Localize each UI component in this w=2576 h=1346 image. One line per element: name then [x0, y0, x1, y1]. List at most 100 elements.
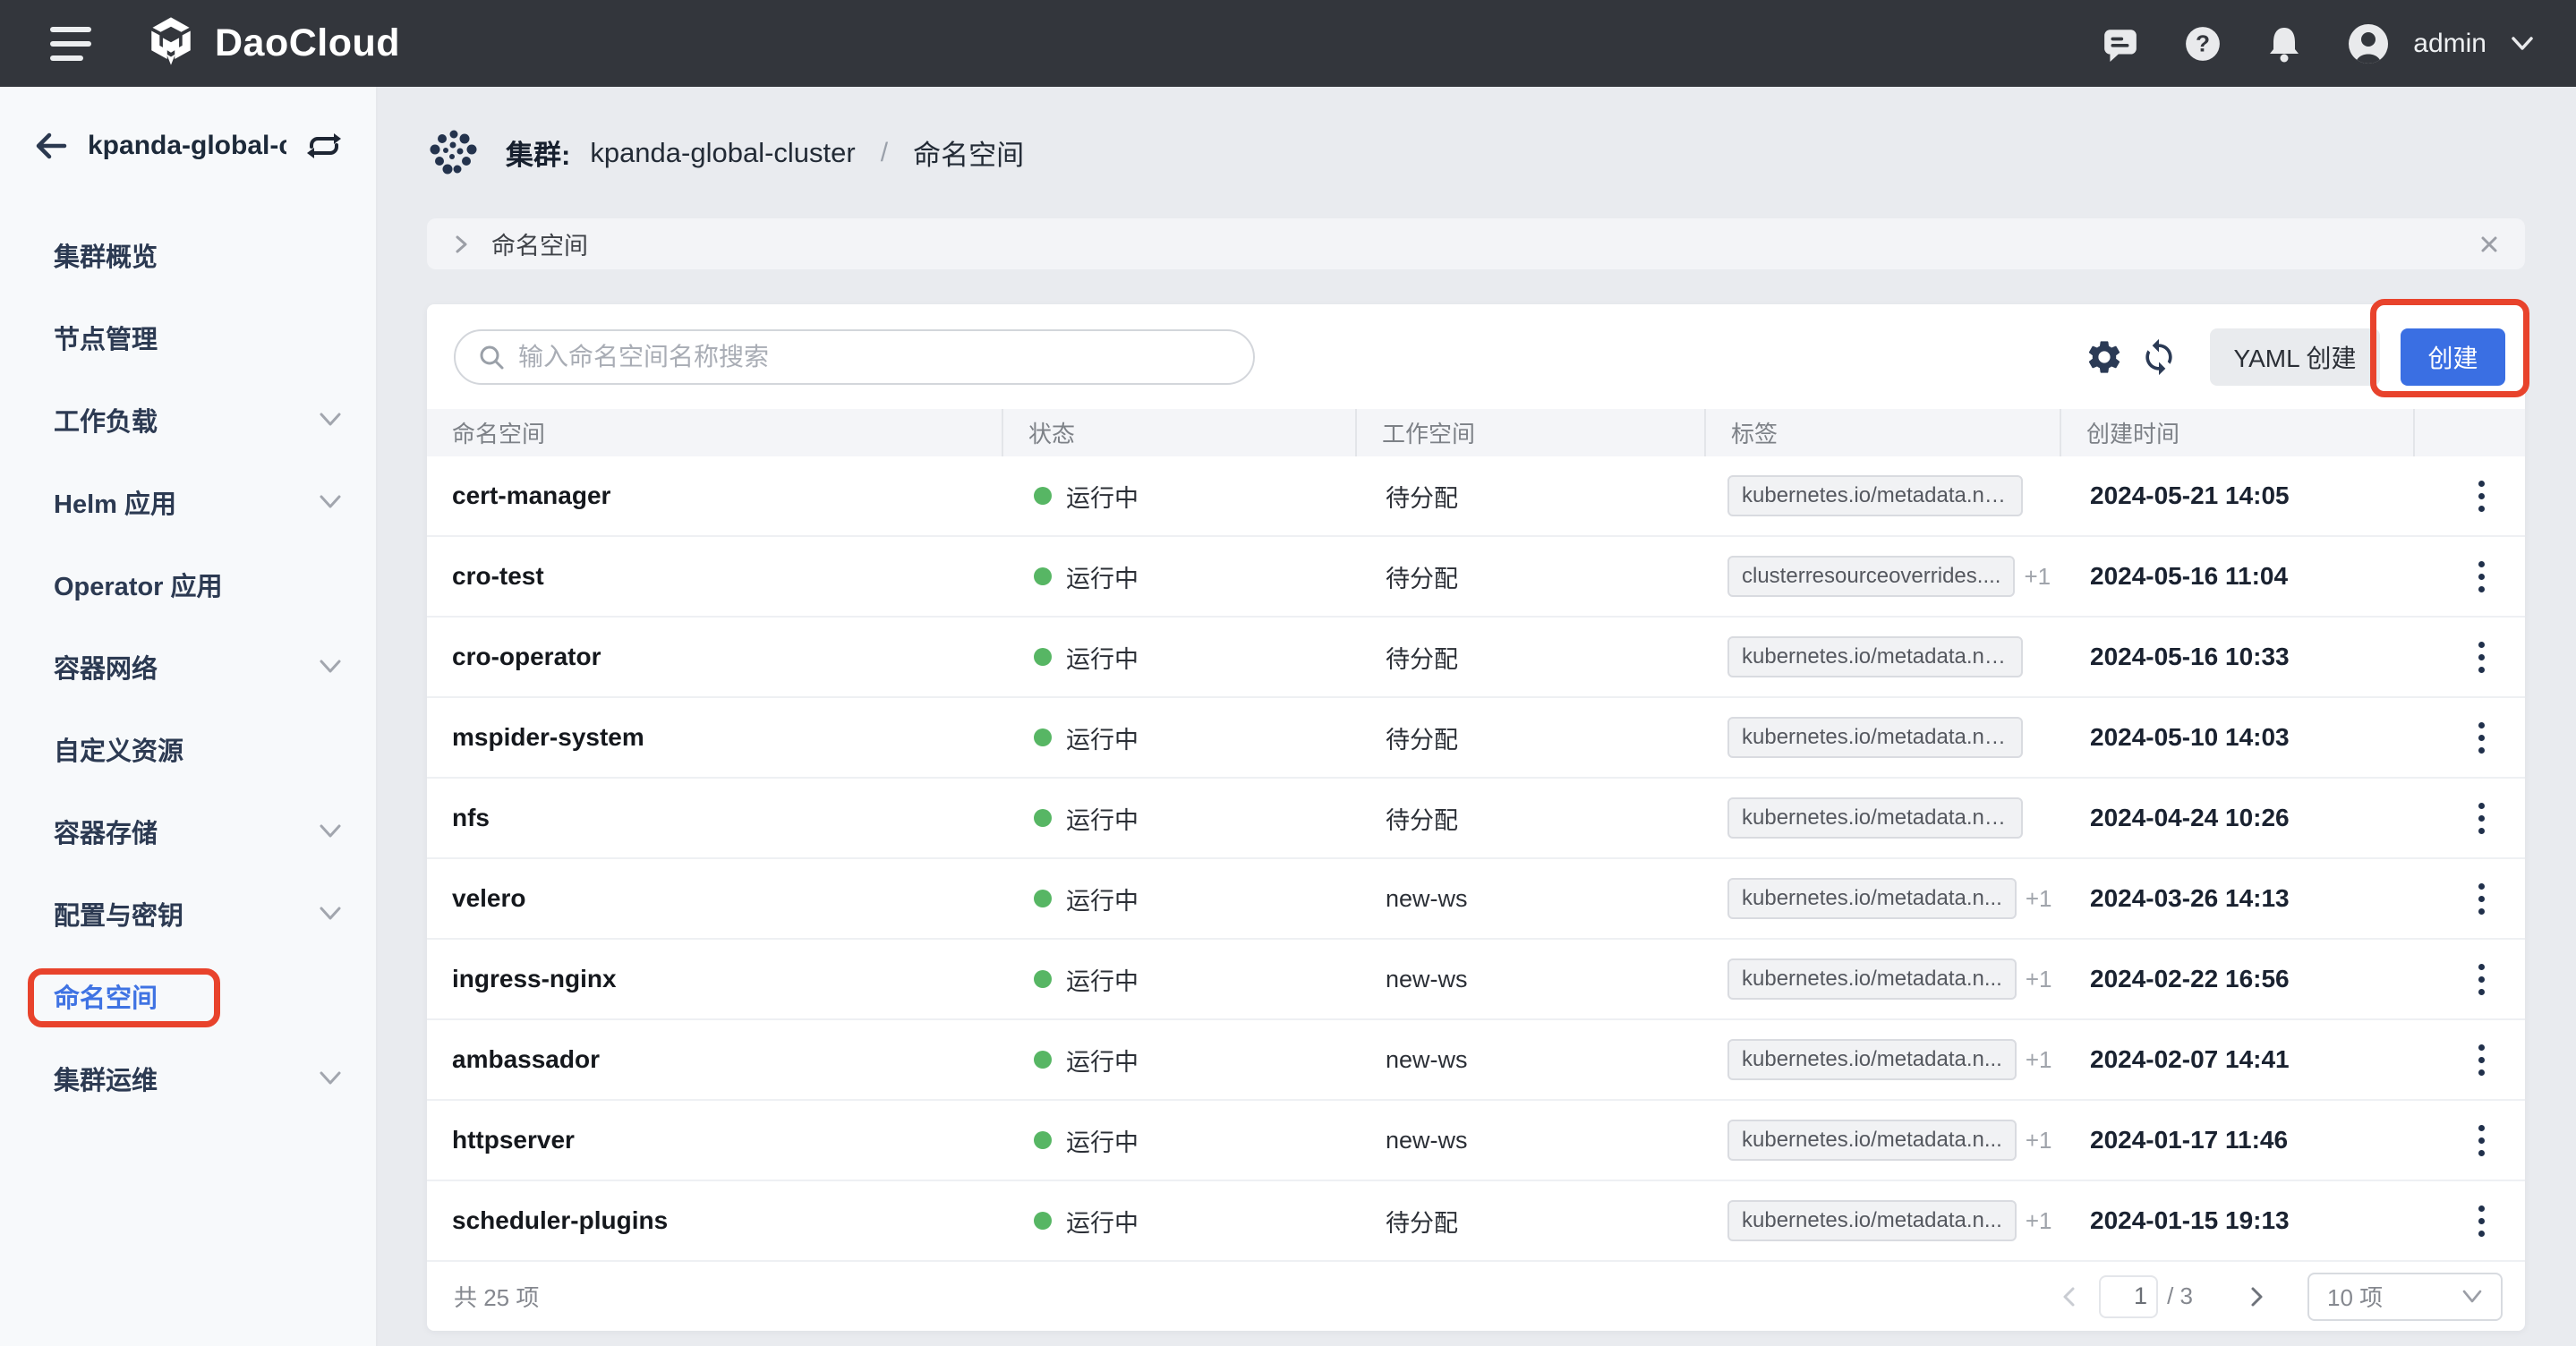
column-header: 创建时间 — [2060, 409, 2413, 456]
namespace-name[interactable]: httpserver — [427, 1126, 1002, 1154]
sidebar-item[interactable]: 工作负载 — [0, 379, 376, 461]
page-size-select[interactable]: 10 项 — [2307, 1272, 2503, 1321]
label-tag[interactable]: kubernetes.io/metadata.n... — [1727, 1120, 2017, 1161]
label-extra-count: +1 — [2025, 965, 2052, 992]
namespace-name[interactable]: scheduler-plugins — [427, 1206, 1002, 1235]
breadcrumb: 集群: kpanda-global-cluster / 命名空间 — [427, 87, 1024, 218]
sidebar-item[interactable]: Operator 应用 — [0, 543, 376, 626]
kebab-menu-icon[interactable] — [2469, 713, 2494, 762]
namespace-name[interactable]: nfs — [427, 804, 1002, 832]
action-cell — [2413, 1116, 2525, 1165]
hamburger-menu-icon[interactable] — [50, 26, 91, 61]
chevron-down-icon — [320, 1071, 341, 1085]
messages-icon[interactable] — [2102, 25, 2139, 63]
sidebar-item[interactable]: 集群运维 — [0, 1037, 376, 1120]
label-tag[interactable]: kubernetes.io/metadata.n... — [1727, 878, 2017, 919]
namespace-name[interactable]: ambassador — [427, 1045, 1002, 1074]
status-dot — [1034, 1131, 1052, 1149]
labels-cell: kubernetes.io/metadata.nam... — [1704, 636, 2060, 677]
namespace-name[interactable]: cert-manager — [427, 481, 1002, 510]
status-label: 运行中 — [1066, 1209, 1139, 1237]
status-label: 运行中 — [1066, 645, 1139, 673]
created-time: 2024-03-26 14:13 — [2090, 884, 2290, 912]
namespace-list-card: YAML 创建 创建 命名空间 状态工作空间标签创建时间 cert-manager… — [427, 299, 2529, 1331]
sidebar-item[interactable]: 集群概览 — [0, 214, 376, 296]
workspace-cell: 待分配 — [1386, 806, 1458, 834]
namespace-name[interactable]: cro-operator — [427, 643, 1002, 671]
next-page-icon[interactable] — [2245, 1285, 2268, 1308]
search-box — [454, 329, 1255, 385]
label-tag[interactable]: kubernetes.io/metadata.nam... — [1727, 636, 2023, 677]
kebab-menu-icon[interactable] — [2469, 552, 2494, 601]
created-time: 2024-02-07 14:41 — [2090, 1045, 2290, 1073]
namespace-name[interactable]: velero — [427, 884, 1002, 913]
namespace-name[interactable]: cro-test — [427, 562, 1002, 591]
notifications-bell-icon[interactable] — [2266, 25, 2302, 63]
sidebar-item[interactable]: 容器存储 — [0, 790, 376, 873]
sidebar-item[interactable]: 配置与密钥 — [0, 873, 376, 955]
sidebar-item[interactable]: 节点管理 — [0, 296, 376, 379]
yaml-create-button[interactable]: YAML 创建 — [2210, 328, 2380, 386]
status-label: 运行中 — [1066, 967, 1139, 995]
switch-cluster-icon[interactable] — [304, 126, 344, 166]
label-tag[interactable]: kubernetes.io/metadata.n... — [1727, 1039, 2017, 1080]
sidebar-item[interactable]: 自定义资源 — [0, 708, 376, 790]
status-dot — [1034, 1212, 1052, 1230]
namespace-name[interactable]: mspider-system — [427, 723, 1002, 752]
label-extra-count: +1 — [2024, 562, 2051, 590]
help-icon[interactable]: ? — [2184, 25, 2222, 63]
kebab-menu-icon[interactable] — [2469, 794, 2494, 843]
column-header: 状态 — [1002, 409, 1355, 456]
label-tag[interactable]: kubernetes.io/metadata.nam... — [1727, 717, 2023, 758]
cluster-name: kpanda-global-cl... — [88, 131, 286, 160]
action-cell — [2413, 874, 2525, 924]
workspace-cell: new-ws — [1386, 965, 1468, 992]
kebab-menu-icon[interactable] — [2469, 472, 2494, 521]
kebab-menu-icon[interactable] — [2469, 874, 2494, 924]
workspace-cell: 待分配 — [1386, 565, 1458, 592]
page-number-input[interactable] — [2099, 1274, 2159, 1318]
kebab-menu-icon[interactable] — [2469, 1035, 2494, 1085]
label-tag[interactable]: clusterresourceoverrides.... — [1727, 556, 2016, 597]
breadcrumb-prefix: 集群: — [506, 140, 571, 171]
create-button[interactable]: 创建 — [2401, 328, 2505, 386]
action-cell — [2413, 633, 2525, 682]
cluster-dots-icon — [427, 128, 479, 178]
gear-icon[interactable] — [2085, 337, 2124, 377]
label-tag[interactable]: kubernetes.io/metadata.n... — [1727, 958, 2017, 1000]
kebab-menu-icon[interactable] — [2469, 955, 2494, 1004]
breadcrumb-current: 命名空间 — [913, 140, 1025, 171]
status-dot — [1034, 487, 1052, 505]
breadcrumb-cluster[interactable]: kpanda-global-cluster — [590, 137, 855, 169]
status-label: 运行中 — [1066, 1048, 1139, 1076]
status-cell: 运行中 — [1002, 479, 1355, 514]
search-input[interactable] — [518, 343, 1232, 371]
label-tag[interactable]: kubernetes.io/metadata.nam... — [1727, 475, 2023, 516]
label-tag[interactable]: kubernetes.io/metadata.n... — [1727, 1200, 2017, 1241]
status-label: 运行中 — [1066, 806, 1139, 834]
kebab-menu-icon[interactable] — [2469, 1197, 2494, 1246]
svg-text:?: ? — [2196, 30, 2210, 56]
workspace-cell: 待分配 — [1386, 484, 1458, 512]
status-label: 运行中 — [1066, 565, 1139, 592]
prev-page-icon[interactable] — [2058, 1285, 2081, 1308]
created-time: 2024-05-21 14:05 — [2090, 481, 2290, 509]
status-label: 运行中 — [1066, 484, 1139, 512]
kebab-menu-icon[interactable] — [2469, 1116, 2494, 1165]
kebab-menu-icon[interactable] — [2469, 633, 2494, 682]
refresh-icon[interactable] — [2139, 337, 2179, 377]
back-arrow-icon[interactable] — [32, 127, 70, 165]
column-header: 工作空间 — [1355, 409, 1704, 456]
sidebar-item[interactable]: 容器网络 — [0, 626, 376, 708]
label-tag[interactable]: kubernetes.io/metadata.nam... — [1727, 797, 2023, 839]
namespace-name[interactable]: ingress-nginx — [427, 965, 1002, 993]
sidebar-item[interactable]: Helm 应用 — [0, 461, 376, 543]
status-cell: 运行中 — [1002, 559, 1355, 594]
tab-bar[interactable]: 命名空间 — [427, 218, 2525, 269]
labels-cell: kubernetes.io/metadata.n... +1 — [1704, 958, 2060, 1000]
close-icon[interactable] — [2477, 232, 2502, 257]
status-cell: 运行中 — [1002, 962, 1355, 997]
status-dot — [1034, 567, 1052, 585]
user-menu[interactable]: admin — [2347, 22, 2535, 65]
sidebar-item[interactable]: 命名空间 — [0, 955, 376, 1037]
